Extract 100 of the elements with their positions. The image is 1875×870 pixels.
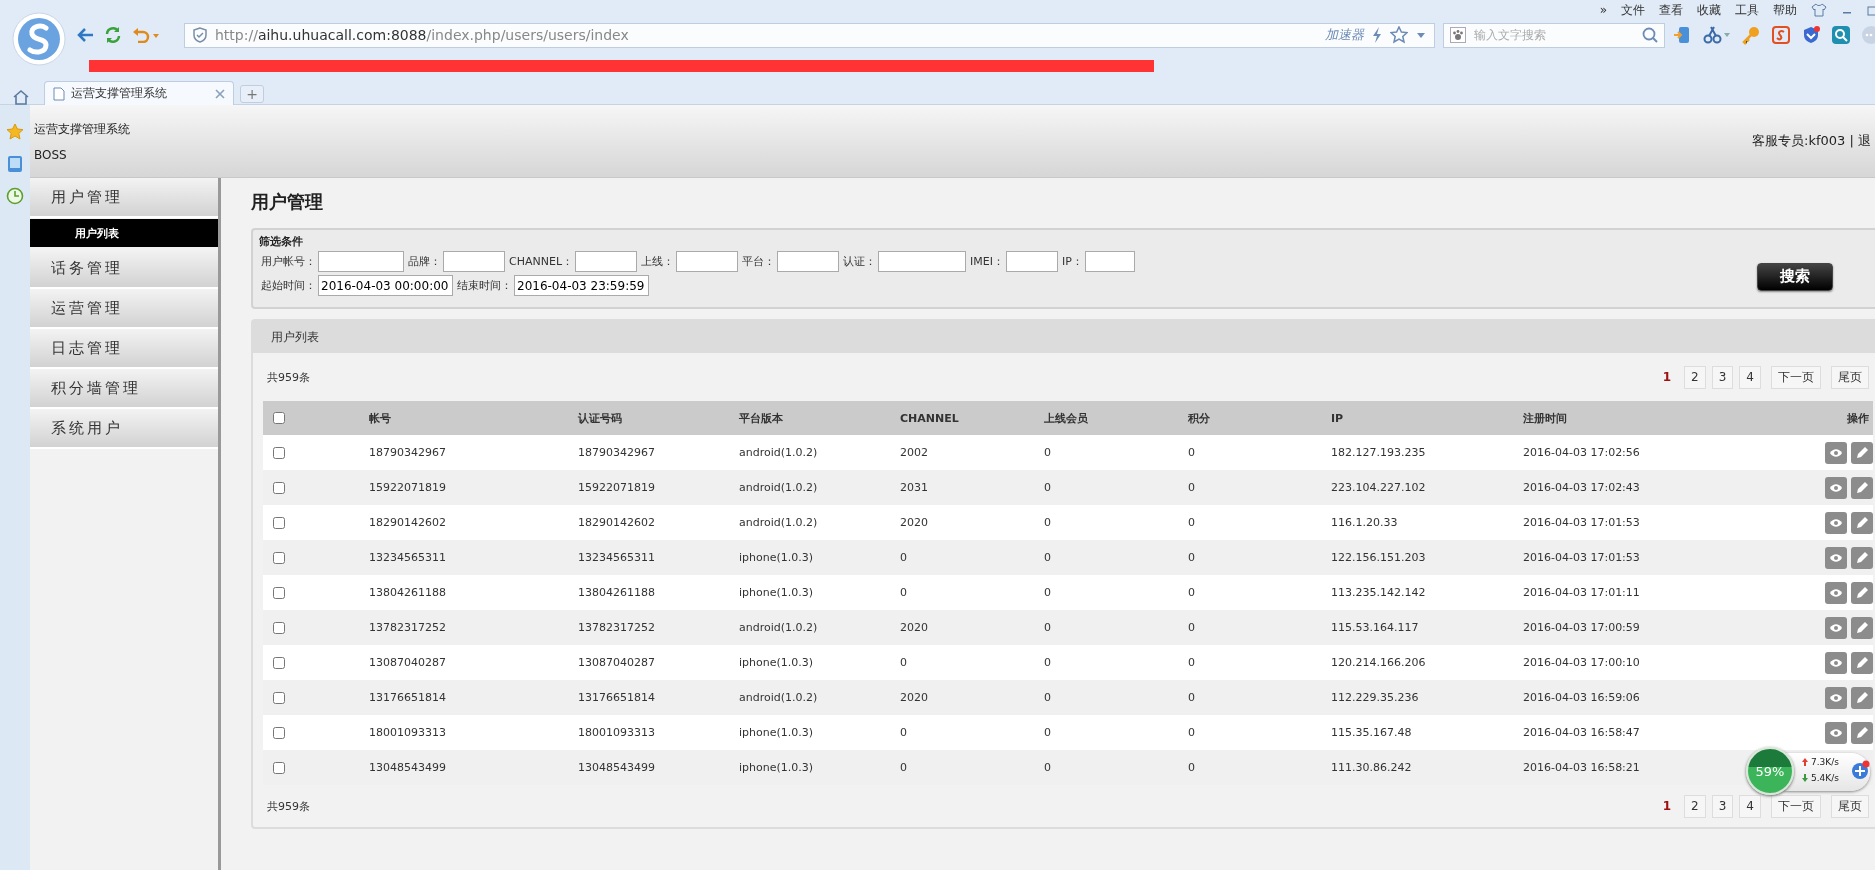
table-cell-text: 0 <box>1188 551 1196 564</box>
address-field[interactable]: http://aihu.uhuacall.com:8088/index.php/users/users/index 加速器 <box>184 22 1435 48</box>
menu-item[interactable]: 帮助 <box>1773 1 1797 19</box>
close-icon[interactable] <box>215 88 225 99</box>
home-icon[interactable] <box>12 89 30 105</box>
clock-icon[interactable] <box>6 187 24 205</box>
table-cell-text: 2016-04-03 17:00:59 <box>1523 621 1641 634</box>
checkbox[interactable] <box>273 656 285 669</box>
edit-button[interactable] <box>1851 546 1873 569</box>
input-field[interactable] <box>1084 251 1135 272</box>
browser-tab[interactable]: 运营支撑管理系统 <box>44 81 234 105</box>
view-button[interactable] <box>1825 616 1847 639</box>
input-field[interactable] <box>676 251 738 272</box>
column-header: CHANNEL <box>900 411 960 425</box>
lightning-icon[interactable] <box>1372 27 1382 43</box>
view-button[interactable] <box>1825 476 1847 499</box>
checkbox[interactable] <box>273 551 285 564</box>
view-button[interactable] <box>1825 721 1847 744</box>
page-button[interactable]: 3 <box>1711 794 1734 818</box>
edit-button[interactable] <box>1851 721 1873 744</box>
input-field[interactable]: 2016-04-03 00:00:00 <box>318 275 453 296</box>
checkbox[interactable] <box>273 726 285 739</box>
key-icon[interactable] <box>1741 25 1761 45</box>
search-button[interactable]: 搜索 <box>1757 262 1833 291</box>
star-icon[interactable] <box>6 123 24 141</box>
plus-badge-icon[interactable] <box>1852 760 1870 780</box>
back-arrow-icon[interactable] <box>76 27 94 43</box>
edit-button[interactable] <box>1851 441 1873 464</box>
table-cell-text: 0 <box>1188 481 1196 494</box>
table-cell-text: android(1.0.2) <box>739 481 819 494</box>
checkbox[interactable] <box>273 446 285 459</box>
menu-item[interactable]: 文件 <box>1621 1 1645 19</box>
input-field[interactable] <box>575 251 637 272</box>
page-button[interactable]: 2 <box>1684 794 1706 818</box>
page-button[interactable]: 尾页 <box>1831 365 1869 389</box>
view-button[interactable] <box>1825 651 1847 674</box>
tablet-icon[interactable] <box>7 155 23 173</box>
page-button[interactable]: 2 <box>1684 365 1706 389</box>
eye-icon <box>1829 657 1843 668</box>
edit-button[interactable] <box>1851 476 1873 499</box>
page-button[interactable]: 1 <box>1655 365 1679 389</box>
view-button[interactable] <box>1825 546 1847 569</box>
checkbox[interactable] <box>273 516 285 529</box>
table-cell-text: 0 <box>1044 551 1052 564</box>
page-button[interactable]: 1 <box>1655 794 1679 818</box>
table-cell-text: 223.104.227.102 <box>1331 481 1427 494</box>
input-field[interactable] <box>318 251 404 272</box>
edit-button[interactable] <box>1851 686 1873 709</box>
table-cell-text: 0 <box>1044 481 1052 494</box>
column-header: 积分 <box>1188 410 1211 426</box>
edit-button[interactable] <box>1851 511 1873 534</box>
column-header: 认证号码 <box>578 410 623 426</box>
scissors-icon[interactable] <box>1703 25 1731 45</box>
menu-item[interactable]: 查看 <box>1659 1 1683 19</box>
input-field[interactable] <box>443 251 505 272</box>
page-button[interactable]: 4 <box>1739 794 1761 818</box>
input-field[interactable] <box>777 251 839 272</box>
view-button[interactable] <box>1825 511 1847 534</box>
search-bar[interactable]: 输入文字搜索 <box>1443 22 1665 48</box>
input-field[interactable] <box>1005 251 1058 272</box>
search-input[interactable]: 输入文字搜索 <box>1472 27 1636 43</box>
undo-icon[interactable] <box>132 27 160 43</box>
star-icon[interactable] <box>1390 26 1408 44</box>
page-button[interactable]: 4 <box>1739 365 1761 389</box>
page-button[interactable]: 下一页 <box>1771 794 1821 818</box>
magnifier-app-icon[interactable] <box>1831 25 1851 45</box>
new-tab-button[interactable]: + <box>240 85 264 103</box>
accelerator-label[interactable]: 加速器 <box>1325 26 1364 44</box>
user-info: 客服专员:kf003 | 退 <box>1752 132 1871 150</box>
checkbox[interactable] <box>273 586 285 599</box>
nav-subitem[interactable]: 用户列表 <box>30 219 218 247</box>
checkbox[interactable] <box>273 691 285 704</box>
shirt-icon[interactable] <box>1811 3 1827 17</box>
edit-button[interactable] <box>1851 651 1873 674</box>
search-icon[interactable] <box>1642 27 1658 43</box>
input-field[interactable]: 2016-04-03 23:59:59 <box>514 275 649 296</box>
table-cell-text: iphone(1.0.3) <box>739 551 815 564</box>
input-field[interactable] <box>878 251 966 272</box>
edit-button[interactable] <box>1851 616 1873 639</box>
shield-badge-icon[interactable] <box>1801 25 1821 45</box>
checkbox[interactable] <box>273 761 285 774</box>
view-button[interactable] <box>1825 581 1847 604</box>
caret-icon[interactable] <box>1416 31 1426 39</box>
checkbox[interactable] <box>273 481 285 494</box>
menu-item[interactable]: 工具 <box>1735 1 1759 19</box>
menu-item[interactable]: 收藏 <box>1697 1 1721 19</box>
view-button[interactable] <box>1825 686 1847 709</box>
edit-button[interactable] <box>1851 581 1873 604</box>
checkbox[interactable] <box>273 412 285 424</box>
page-button[interactable]: 尾页 <box>1831 794 1869 818</box>
table-cell-text: 15922071819 <box>578 481 656 494</box>
checkbox[interactable] <box>273 621 285 634</box>
page-button[interactable]: 下一页 <box>1771 365 1821 389</box>
page-button[interactable]: 3 <box>1711 365 1734 389</box>
page-title: 用户管理 <box>251 190 324 214</box>
refresh-icon[interactable] <box>104 26 122 44</box>
view-button[interactable] <box>1825 441 1847 464</box>
restore-icon[interactable] <box>1867 4 1875 16</box>
more-menu-button[interactable]: » <box>1599 3 1607 17</box>
s-badge-icon[interactable] <box>1771 25 1791 45</box>
